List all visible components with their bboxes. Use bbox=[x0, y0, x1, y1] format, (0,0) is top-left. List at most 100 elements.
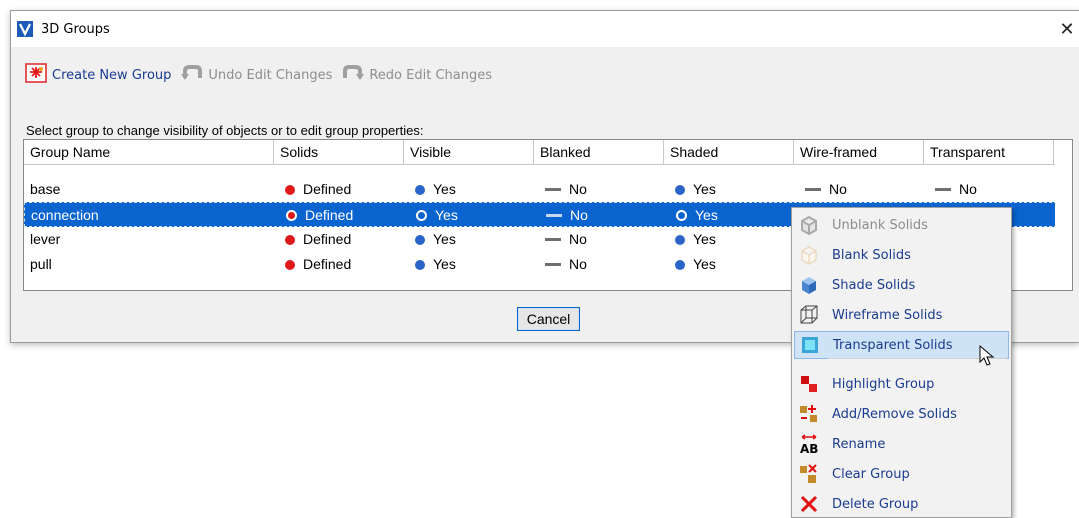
blanked-cell: No bbox=[539, 227, 587, 252]
menu-item-add-remove-solids[interactable]: Add/Remove Solids bbox=[794, 400, 1009, 428]
shaded-value: Yes bbox=[693, 181, 716, 197]
menu-item-label: Highlight Group bbox=[832, 376, 935, 392]
column-header-group-name[interactable]: Group Name bbox=[24, 140, 274, 164]
redo-edit-button[interactable]: Redo Edit Changes bbox=[342, 64, 492, 86]
menu-item-label: Blank Solids bbox=[832, 247, 911, 263]
blanked-value: No bbox=[569, 181, 587, 197]
table-scrollbar[interactable] bbox=[1055, 140, 1072, 290]
window-title: 3D Groups bbox=[41, 21, 110, 37]
visible-cell: Yes bbox=[410, 203, 458, 228]
yes-dot-icon bbox=[415, 259, 425, 270]
shaded-cell: Yes bbox=[669, 177, 716, 202]
menu-item-transparent-solids[interactable]: Transparent Solids bbox=[794, 331, 1009, 359]
menu-item-label: Transparent Solids bbox=[833, 337, 953, 353]
shaded-cell: Yes bbox=[669, 227, 716, 252]
toolbar: Create New Group Undo Edit Changes Redo … bbox=[25, 63, 498, 87]
visible-cell: Yes bbox=[409, 227, 456, 252]
app-logo-icon bbox=[17, 21, 33, 37]
create-new-group-button[interactable]: Create New Group bbox=[25, 63, 171, 87]
solids-value: Defined bbox=[303, 231, 352, 247]
group-name-cell: connection bbox=[31, 207, 99, 223]
solids-cell: Defined bbox=[280, 203, 353, 228]
undo-edit-button[interactable]: Undo Edit Changes bbox=[181, 64, 332, 86]
blank-cube-icon bbox=[796, 242, 822, 268]
yes-dot-icon bbox=[415, 234, 425, 245]
visible-value: Yes bbox=[433, 256, 456, 272]
column-header-transparent[interactable]: Transparent bbox=[924, 140, 1054, 164]
menu-item-label: Shade Solids bbox=[832, 277, 916, 293]
blanked-value: No bbox=[569, 256, 587, 272]
yes-dot-icon bbox=[675, 259, 685, 270]
group-name-cell: lever bbox=[30, 231, 61, 247]
visible-value: Yes bbox=[433, 231, 456, 247]
column-header-shaded[interactable]: Shaded bbox=[664, 140, 794, 164]
column-header-wireframed[interactable]: Wire-framed bbox=[794, 140, 924, 164]
blanked-value: No bbox=[569, 231, 587, 247]
visible-value: Yes bbox=[435, 207, 458, 223]
menu-item-delete-group[interactable]: Delete Group bbox=[794, 490, 1009, 518]
group-name-cell: pull bbox=[30, 256, 52, 272]
group-name-cell: base bbox=[30, 181, 61, 197]
solids-value: Defined bbox=[303, 256, 352, 272]
menu-item-label: Wireframe Solids bbox=[832, 307, 943, 323]
no-dash-icon bbox=[935, 188, 951, 191]
menu-item-wireframe-solids[interactable]: Wireframe Solids bbox=[794, 301, 1009, 329]
unblank-cube-icon bbox=[796, 212, 822, 238]
rename-ab-icon: AB bbox=[796, 431, 822, 457]
menu-item-clear-group[interactable]: Clear Group bbox=[794, 460, 1009, 488]
visible-cell: Yes bbox=[409, 177, 456, 202]
solids-value: Defined bbox=[305, 207, 354, 223]
yes-dot-icon bbox=[676, 210, 687, 221]
undo-edit-label: Undo Edit Changes bbox=[208, 67, 333, 83]
transparent-value: No bbox=[959, 181, 977, 197]
menu-item-blank-solids[interactable]: Blank Solids bbox=[794, 241, 1009, 269]
no-dash-icon bbox=[546, 214, 562, 217]
defined-dot-icon bbox=[286, 210, 297, 221]
table-row[interactable]: base Defined Yes No Yes No No bbox=[24, 177, 1072, 202]
yes-dot-icon bbox=[675, 234, 685, 245]
menu-item-unblank-solids[interactable]: Unblank Solids bbox=[794, 211, 1009, 239]
table-header: Group Name Solids Visible Blanked Shaded… bbox=[24, 140, 1072, 165]
wireframed-cell: No bbox=[799, 177, 847, 202]
column-header-visible[interactable]: Visible bbox=[404, 140, 534, 164]
highlight-group-icon bbox=[796, 371, 822, 397]
yes-dot-icon bbox=[675, 184, 685, 195]
menu-item-rename[interactable]: AB Rename bbox=[794, 430, 1009, 458]
column-header-solids[interactable]: Solids bbox=[274, 140, 404, 164]
column-header-blanked[interactable]: Blanked bbox=[534, 140, 664, 164]
transparent-cell: No bbox=[929, 177, 977, 202]
defined-dot-icon bbox=[285, 234, 295, 245]
delete-x-icon bbox=[796, 491, 822, 517]
wireframed-value: No bbox=[829, 181, 847, 197]
yes-dot-icon bbox=[415, 184, 425, 195]
blanked-cell: No bbox=[539, 252, 587, 277]
menu-item-highlight-group[interactable]: Highlight Group bbox=[794, 370, 1009, 398]
transparent-cube-icon bbox=[797, 332, 823, 358]
shaded-cube-icon bbox=[796, 272, 822, 298]
title-bar[interactable]: 3D Groups ✕ bbox=[11, 11, 1079, 47]
blanked-cell: No bbox=[539, 177, 587, 202]
shaded-value: Yes bbox=[695, 207, 718, 223]
solids-cell: Defined bbox=[279, 177, 351, 202]
menu-item-label: Add/Remove Solids bbox=[832, 406, 957, 422]
solids-cell: Defined bbox=[279, 227, 351, 252]
redo-icon bbox=[342, 64, 365, 86]
menu-item-label: Clear Group bbox=[832, 466, 910, 482]
close-icon[interactable]: ✕ bbox=[1055, 15, 1079, 43]
create-new-group-label: Create New Group bbox=[52, 67, 172, 83]
wireframe-cube-icon bbox=[796, 302, 822, 328]
no-dash-icon bbox=[805, 188, 821, 191]
yes-dot-icon bbox=[416, 210, 427, 221]
menu-item-label: Delete Group bbox=[832, 496, 919, 512]
mouse-pointer-icon bbox=[979, 344, 995, 370]
svg-text:AB: AB bbox=[800, 442, 818, 455]
cancel-button[interactable]: Cancel bbox=[517, 307, 580, 331]
menu-item-label: Rename bbox=[832, 436, 886, 452]
no-dash-icon bbox=[545, 263, 561, 266]
instructions-text: Select group to change visibility of obj… bbox=[26, 123, 424, 138]
menu-item-shade-solids[interactable]: Shade Solids bbox=[794, 271, 1009, 299]
shaded-value: Yes bbox=[693, 231, 716, 247]
defined-dot-icon bbox=[285, 184, 295, 195]
add-remove-solids-icon bbox=[796, 401, 822, 427]
defined-dot-icon bbox=[285, 259, 295, 270]
